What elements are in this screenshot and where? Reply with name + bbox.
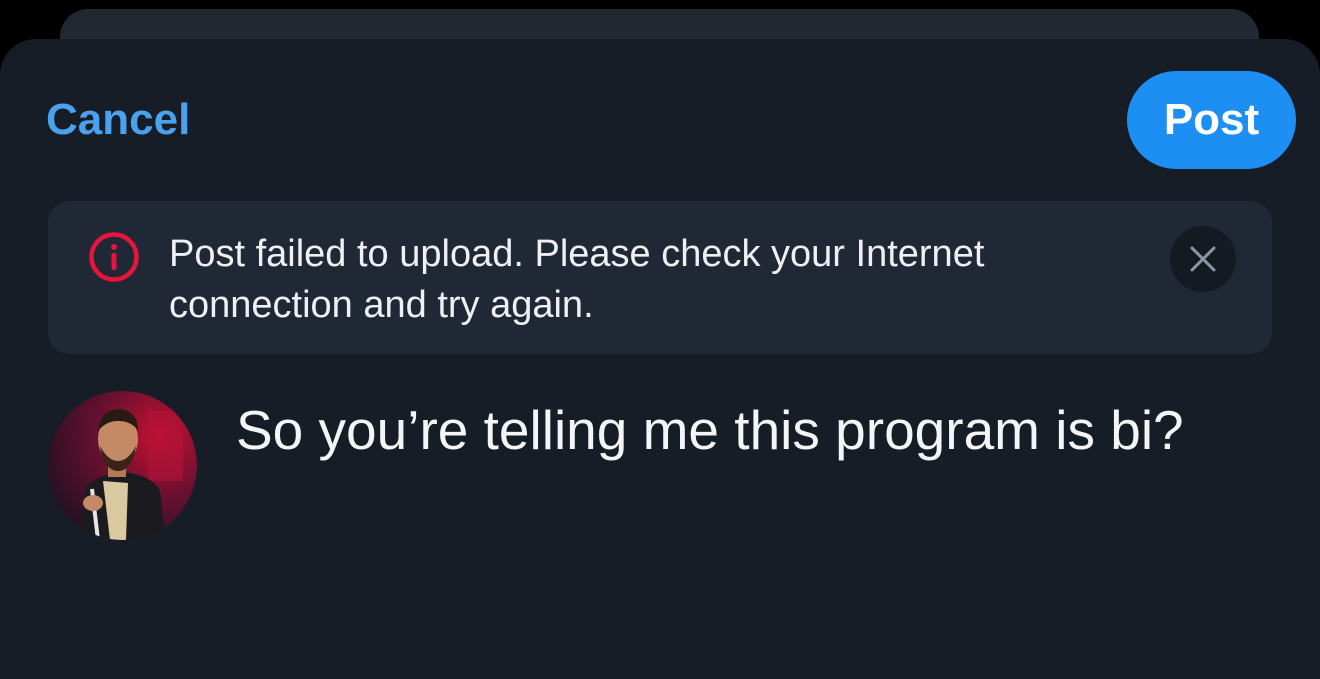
error-banner: Post failed to upload. Please check your… [48, 201, 1272, 354]
post-text-input[interactable]: So you’re telling me this program is bi? [236, 397, 1184, 463]
info-circle-icon [89, 232, 139, 282]
dismiss-error-button[interactable] [1170, 226, 1236, 292]
compose-sheet [0, 39, 1320, 679]
post-button[interactable]: Post [1127, 71, 1296, 169]
cancel-button[interactable]: Cancel [46, 96, 190, 144]
error-message: Post failed to upload. Please check your… [169, 233, 985, 326]
close-icon [1190, 246, 1216, 272]
avatar-photo [48, 391, 197, 540]
user-avatar[interactable] [48, 391, 197, 540]
